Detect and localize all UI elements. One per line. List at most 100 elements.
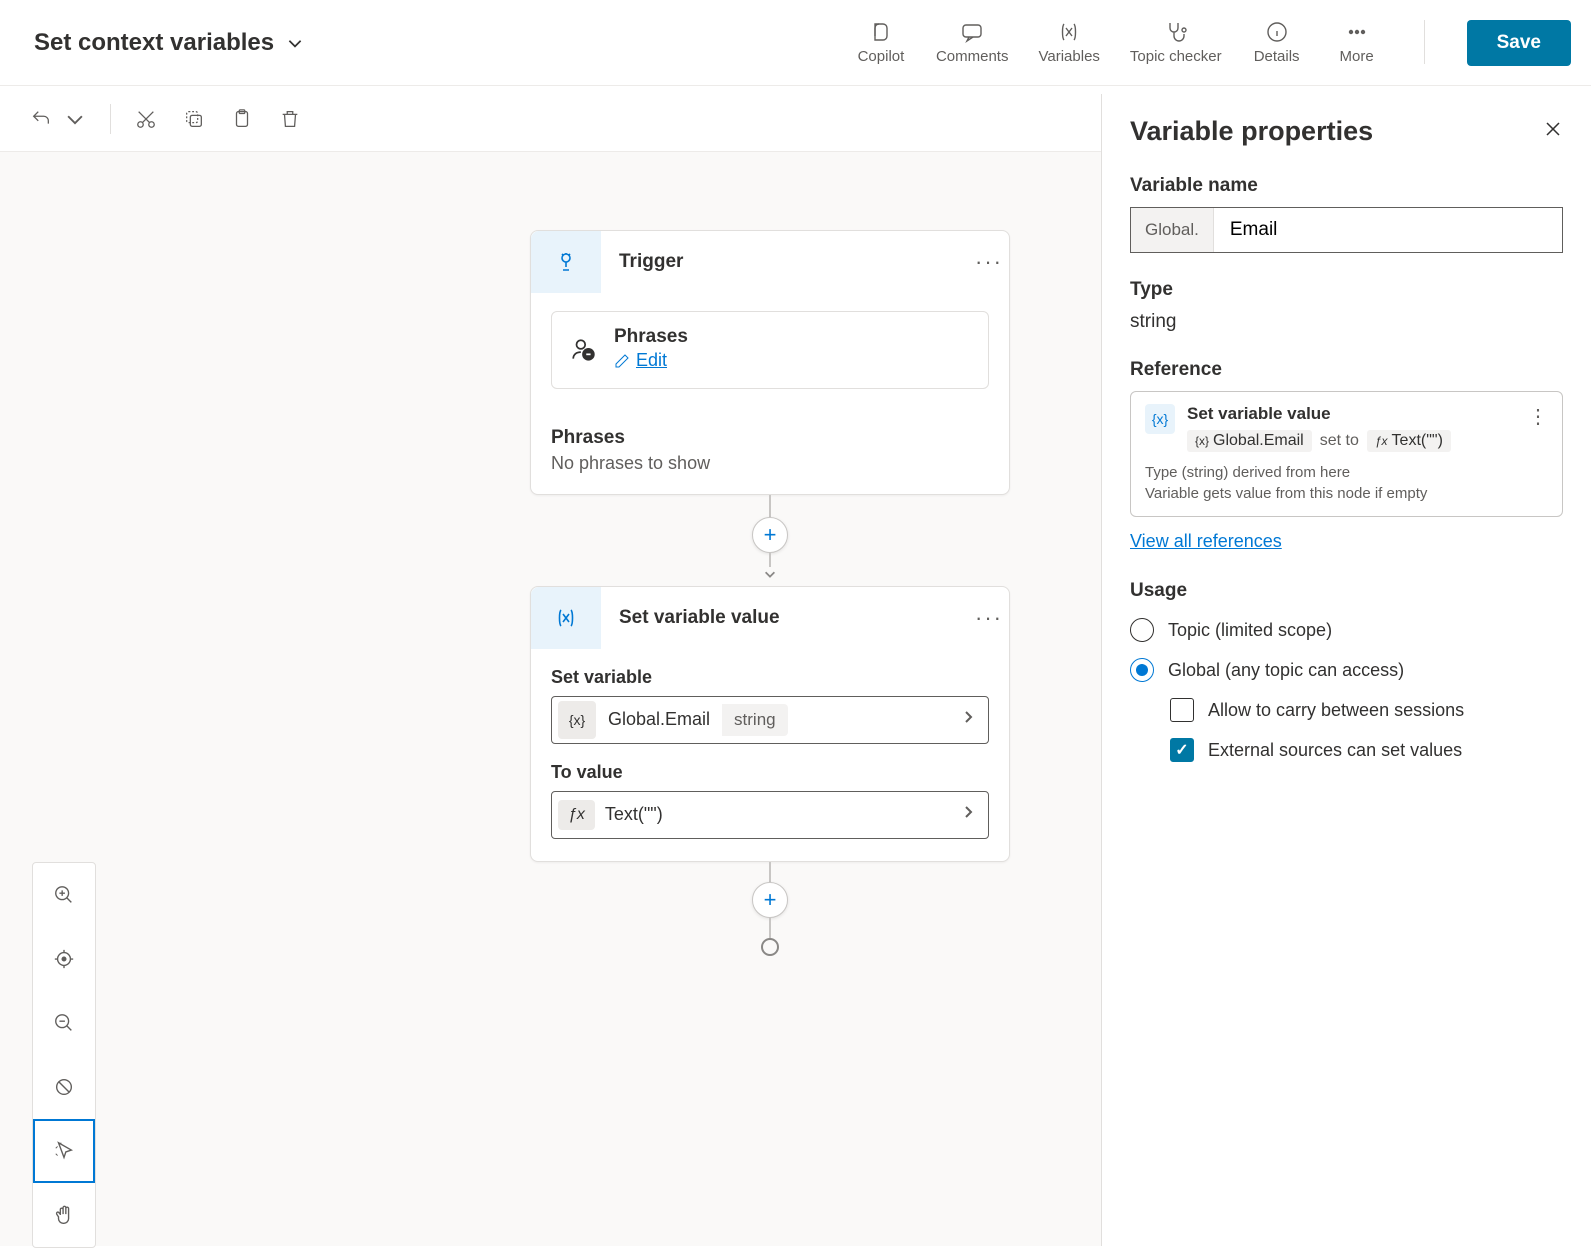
set-variable-label: Set variable (551, 667, 989, 688)
variable-type: string (722, 704, 788, 736)
paste-button[interactable] (229, 106, 255, 132)
reference-card[interactable]: {x} Set variable value {x}Global.Email s… (1130, 391, 1563, 517)
scissors-icon (135, 108, 157, 130)
add-node-button[interactable]: + (752, 882, 788, 918)
set-variable-field[interactable]: {x} Global.Email string (551, 696, 989, 744)
info-icon (1265, 20, 1289, 44)
flow: Trigger ··· Phrases Edit Phrases No phra… (530, 230, 1010, 956)
variable-name: Global.Email (596, 709, 722, 730)
title-dropdown[interactable]: Set context variables (34, 29, 304, 57)
connector-end: + (530, 862, 1010, 956)
to-value-label: To value (551, 762, 989, 783)
pencil-icon (614, 353, 630, 369)
zoom-out-icon (53, 1012, 75, 1034)
copilot-icon (869, 20, 893, 44)
reference-label: Reference (1130, 359, 1563, 381)
page-title: Set context variables (34, 29, 274, 57)
topic-checker-button[interactable]: Topic checker (1130, 20, 1222, 65)
copilot-button[interactable]: Copilot (856, 20, 906, 65)
to-value-field[interactable]: ƒx Text("") (551, 791, 989, 839)
no-zoom-icon (53, 1076, 75, 1098)
header-actions: Copilot Comments Variables Topic checker… (856, 20, 1571, 66)
trigger-icon (531, 231, 601, 293)
fx-icon: ƒx (558, 800, 595, 830)
zoom-toolbar (32, 862, 96, 1248)
set-to-text: set to (1320, 432, 1359, 450)
phrases-section-label: Phrases (531, 427, 1009, 449)
undo-dropdown[interactable] (62, 106, 88, 132)
delete-button[interactable] (277, 106, 303, 132)
end-circle-icon (761, 938, 779, 956)
connector: + (530, 495, 1010, 586)
cursor-icon (53, 1140, 75, 1162)
node-title: Set variable value (601, 607, 969, 629)
type-value: string (1130, 311, 1563, 333)
hand-icon (53, 1204, 75, 1226)
comments-button[interactable]: Comments (936, 20, 1009, 65)
panel-title: Variable properties (1130, 116, 1543, 147)
separator (110, 104, 111, 134)
zoom-out-button[interactable] (33, 991, 95, 1055)
undo-button[interactable] (28, 106, 54, 132)
zoom-fit-button[interactable] (33, 927, 95, 991)
ref-title: Set variable value (1187, 404, 1516, 424)
usage-global-radio[interactable]: Global (any topic can access) (1130, 658, 1563, 682)
zoom-reset-button[interactable] (33, 1055, 95, 1119)
variable-chip-icon: {x} (558, 701, 596, 739)
person-chat-icon (570, 337, 596, 363)
checkbox-checked-icon (1170, 738, 1194, 762)
pan-tool-button[interactable] (33, 1183, 95, 1247)
node-more-button[interactable]: ··· (969, 605, 1009, 631)
ref-footer-1: Type (string) derived from here (1145, 462, 1548, 483)
variable-icon: {x} (1145, 404, 1175, 434)
phrases-label: Phrases (614, 326, 688, 348)
cut-button[interactable] (133, 106, 159, 132)
chevron-right-icon (960, 804, 976, 825)
var-prefix: Global. (1131, 208, 1214, 252)
radio-checked-icon (1130, 658, 1154, 682)
usage-topic-radio[interactable]: Topic (limited scope) (1130, 618, 1563, 642)
ref-expr-chip: ƒxText("") (1367, 430, 1451, 452)
ref-var-chip: {x}Global.Email (1187, 430, 1312, 452)
node-title: Trigger (601, 251, 969, 273)
more-button[interactable]: More (1332, 20, 1382, 65)
stethoscope-icon (1164, 20, 1188, 44)
close-button[interactable] (1543, 119, 1563, 144)
close-icon (1543, 119, 1563, 139)
details-button[interactable]: Details (1252, 20, 1302, 65)
add-node-button[interactable]: + (752, 517, 788, 553)
more-icon (1345, 20, 1369, 44)
var-name-input[interactable] (1214, 208, 1562, 252)
undo-icon (30, 108, 52, 130)
divider (1424, 20, 1425, 64)
usage-label: Usage (1130, 580, 1563, 602)
variables-icon (1057, 20, 1081, 44)
external-sources-checkbox[interactable]: External sources can set values (1170, 738, 1563, 762)
ref-footer-2: Variable gets value from this node if em… (1145, 483, 1548, 504)
to-value-expr: Text("") (595, 804, 663, 825)
select-tool-button[interactable] (33, 1119, 95, 1183)
trigger-node[interactable]: Trigger ··· Phrases Edit Phrases No phra… (530, 230, 1010, 495)
variables-button[interactable]: Variables (1038, 20, 1099, 65)
chevron-right-icon (960, 709, 976, 730)
node-more-button[interactable]: ··· (969, 249, 1009, 275)
zoom-in-icon (53, 884, 75, 906)
chevron-down-icon (286, 34, 304, 52)
phrases-row[interactable]: Phrases Edit (551, 311, 989, 389)
carry-sessions-checkbox[interactable]: Allow to carry between sessions (1170, 698, 1563, 722)
target-icon (53, 948, 75, 970)
copy-button[interactable] (181, 106, 207, 132)
chevron-down-icon (64, 108, 86, 130)
no-phrases-text: No phrases to show (531, 453, 1009, 494)
var-name-field[interactable]: Global. (1130, 207, 1563, 253)
ref-more-button[interactable]: ⋮ (1528, 404, 1548, 429)
variable-properties-panel: Variable properties Variable name Global… (1101, 94, 1591, 1246)
clipboard-icon (231, 108, 253, 130)
save-button[interactable]: Save (1467, 20, 1571, 66)
zoom-in-button[interactable] (33, 863, 95, 927)
var-name-label: Variable name (1130, 175, 1563, 197)
view-all-references-link[interactable]: View all references (1130, 531, 1282, 551)
set-variable-node[interactable]: Set variable value ··· Set variable {x} … (530, 586, 1010, 862)
edit-phrases-link[interactable]: Edit (614, 350, 667, 371)
trash-icon (279, 108, 301, 130)
